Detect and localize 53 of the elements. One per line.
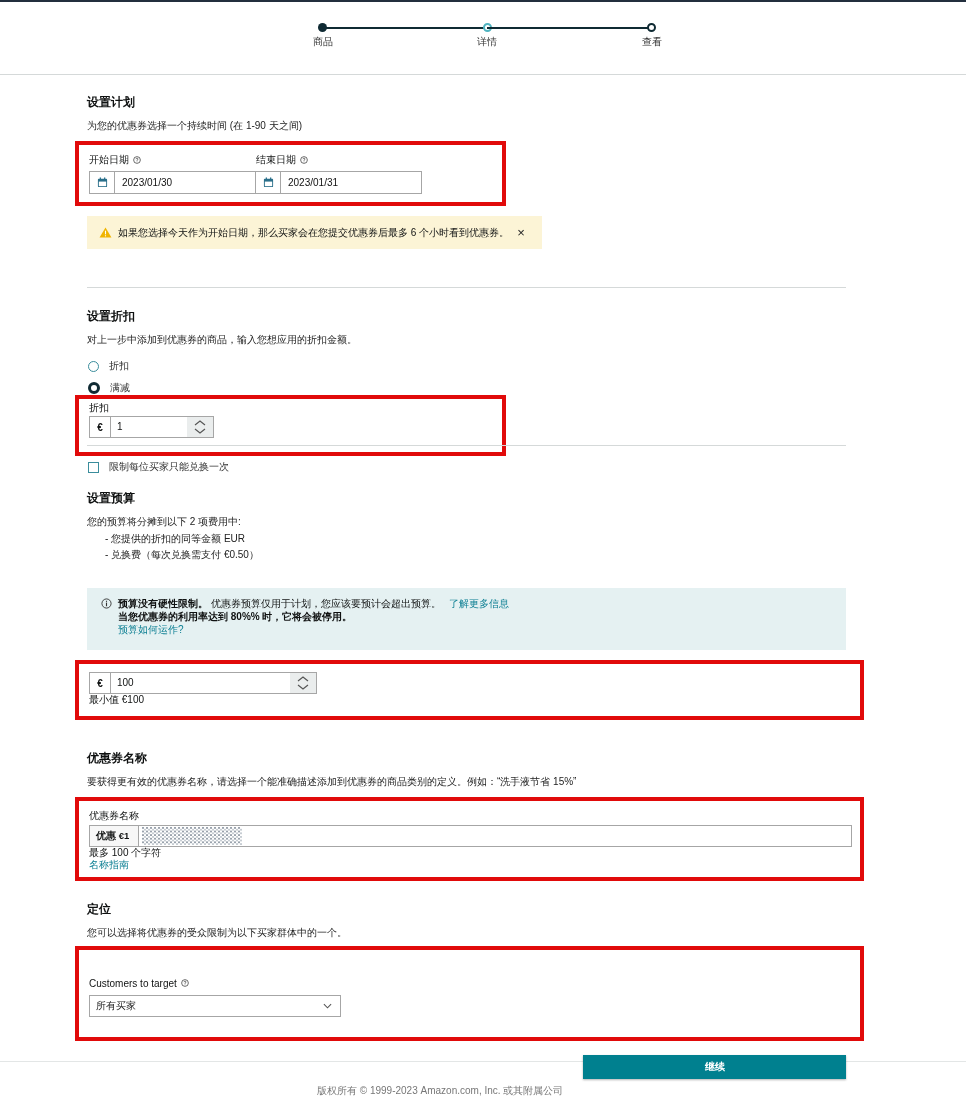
help-icon[interactable] <box>133 156 141 164</box>
section-title: 设置折扣 <box>87 308 136 325</box>
learn-more-link[interactable]: 了解更多信息 <box>448 597 509 610</box>
field-label: 结束日期 <box>256 153 296 167</box>
help-icon[interactable] <box>180 979 189 987</box>
checkbox-label: 限制每位买家只能兑换一次 <box>109 460 229 474</box>
section-description: 为您的优惠券选择一个持续时间 (在 1-90 天之间) <box>87 119 303 133</box>
section-title: 设置预算 <box>87 490 136 507</box>
notice-text: 当您优惠券的利用率达到 80%% 时，它将会被停用。 <box>118 610 354 623</box>
checkbox[interactable] <box>88 461 99 473</box>
chevron-icon <box>323 1003 332 1009</box>
date-field[interactable]: 2023/01/31 <box>256 171 422 194</box>
amount-field[interactable]: € 1 <box>89 416 214 438</box>
calendar-icon[interactable] <box>96 177 108 188</box>
spinner-arrows-icon[interactable] <box>290 673 316 693</box>
field-label: 优惠券名称 <box>89 809 140 823</box>
target-dropdown[interactable]: 所有买家 <box>89 995 341 1017</box>
budget-item: - 兑换费（每次兑换需支付 €0.50） <box>105 548 260 562</box>
step-label: 详情 <box>477 35 497 49</box>
spinner-arrows-icon[interactable] <box>187 417 213 437</box>
field-label: 开始日期 <box>89 153 129 167</box>
name-field[interactable]: 优惠 €1 <box>89 825 852 847</box>
section-description: 要获得更有效的优惠券名称，请选择一个能准确描述添加到优惠券的商品类别的定义。例如：“洗手液节省 15%” <box>87 775 578 789</box>
warning-text: 如果您选择今天作为开始日期，那么买家会在您提交优惠券后最多 6 个小时看到优惠券。 <box>118 225 510 240</box>
continue-button[interactable]: 继续 <box>583 1055 846 1079</box>
step-label: 商品 <box>312 35 333 49</box>
help-icon[interactable] <box>300 156 308 164</box>
section-description: 您可以选择将优惠券的受众限制为以下买家群体中的一个。 <box>87 926 348 940</box>
warning-icon <box>99 227 112 238</box>
calendar-icon[interactable] <box>262 177 274 188</box>
date-field[interactable]: 2023/01/30 <box>89 171 256 194</box>
radio-label: 满减 <box>110 381 130 395</box>
info-icon <box>101 598 112 609</box>
name-guide-link[interactable]: 名称指南 <box>89 859 852 871</box>
amount-field[interactable]: € 100 <box>89 672 317 694</box>
field-hint: 最多 100 个字符 <box>89 847 163 859</box>
section-title: 定位 <box>87 901 112 918</box>
radio-label: 折扣 <box>109 359 129 373</box>
notice-text: 预算没有硬性限制。 优惠券预算仅用于计划，您应该要预计会超出预算。 <box>118 597 441 610</box>
field-hint: 最小值 €100 <box>89 694 146 706</box>
name-prefix: 优惠 €1 <box>90 826 140 846</box>
section-title: 设置计划 <box>87 94 136 111</box>
section-title: 优惠券名称 <box>87 750 148 767</box>
copyright-text: 版权所有 © 1999-2023 Amazon.com, Inc. 或其附属公司 <box>317 1084 564 1098</box>
budget-help-link[interactable]: 预算如何运作? <box>118 623 509 636</box>
radio-button[interactable] <box>88 382 100 394</box>
close-button[interactable]: × <box>515 225 527 240</box>
field-label: 折扣 <box>89 401 110 415</box>
budget-intro: 您的预算将分摊到以下 2 项费用中: <box>87 515 242 529</box>
budget-item: - 您提供的折扣的同等金额 EUR <box>105 532 246 546</box>
section-description: 对上一步中添加到优惠券的商品，输入您想应用的折扣金额。 <box>87 333 358 347</box>
field-label: Customers to target <box>89 977 177 989</box>
step-label: 查看 <box>641 35 662 49</box>
